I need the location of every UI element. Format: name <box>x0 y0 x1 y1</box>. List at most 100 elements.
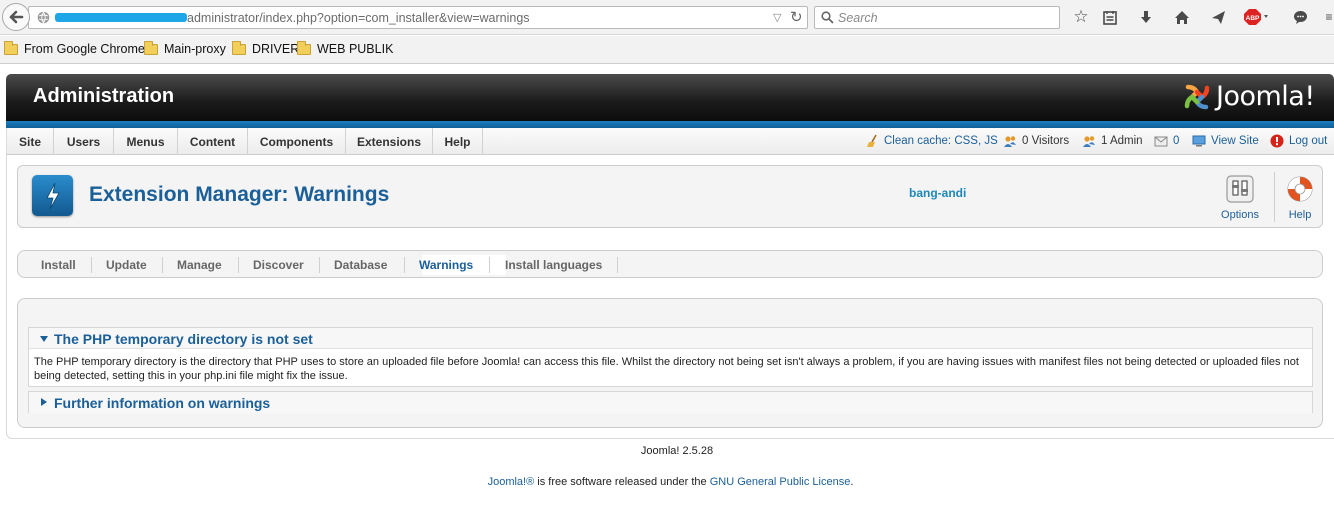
joomla-link[interactable]: Joomla!® <box>488 476 535 488</box>
messages-link[interactable]: 0 <box>1154 134 1179 148</box>
monitor-icon <box>1192 134 1206 148</box>
bookmark-label: Main-proxy <box>164 42 226 56</box>
logout-icon <box>1270 134 1284 148</box>
tab-install[interactable]: Install <box>41 258 76 272</box>
share-icon[interactable] <box>1207 6 1229 28</box>
menu-components[interactable]: Components <box>248 128 346 155</box>
menu-site[interactable]: Site <box>7 128 54 155</box>
help-label: Help <box>1288 209 1312 221</box>
admin-title: Administration <box>33 85 175 107</box>
bookmark-label: WEB PUBLIK <box>317 42 394 56</box>
tab-separator <box>162 257 163 273</box>
joomla-logo-text: Joomla! <box>1216 81 1315 112</box>
globe-icon <box>37 11 50 27</box>
bookmarks-toolbar: From Google Chrome Main-proxy DRIVER WEB… <box>0 36 1334 64</box>
warning-description: The PHP temporary directory is the direc… <box>34 356 1299 382</box>
options-button[interactable]: Options <box>1217 175 1263 223</box>
bookmark-label: DRIVER <box>252 42 300 56</box>
download-icon[interactable] <box>1135 6 1157 28</box>
bookmark-driver[interactable]: DRIVER <box>232 40 300 56</box>
menu-menus[interactable]: Menus <box>114 128 178 155</box>
users-icon <box>1003 134 1017 148</box>
browser-search-input[interactable]: Search <box>814 6 1060 29</box>
bookmark-star-icon[interactable]: ☆ <box>1070 6 1092 28</box>
tab-update[interactable]: Update <box>106 258 147 272</box>
admins-label: 1 Admin <box>1101 135 1143 147</box>
back-arrow-icon <box>9 10 24 24</box>
clean-cache-link[interactable]: Clean cache: CSS, JS <box>865 134 998 148</box>
admin-menu-bar: Site Users Menus Content Components Exte… <box>6 128 1334 155</box>
license-end: . <box>850 476 854 488</box>
warning-panel-header[interactable]: Further information on warnings <box>29 392 1312 413</box>
help-button[interactable]: Help <box>1277 175 1323 223</box>
page-title: Extension Manager: Warnings <box>89 183 390 206</box>
mail-icon <box>1154 134 1168 148</box>
back-button[interactable] <box>2 3 30 31</box>
home-icon[interactable] <box>1171 6 1193 28</box>
messages-count: 0 <box>1173 135 1180 147</box>
footer-version: Joomla! 2.5.28 <box>640 445 714 457</box>
reload-icon[interactable]: ↻ <box>790 8 803 26</box>
logout-label: Log out <box>1289 135 1328 147</box>
adblock-icon[interactable]: ABP <box>1243 6 1273 28</box>
menu-content[interactable]: Content <box>178 128 248 155</box>
page-toolbar: Extension Manager: Warnings bang-andi Op… <box>17 165 1323 228</box>
search-placeholder: Search <box>838 11 878 25</box>
reading-list-icon[interactable] <box>1099 6 1121 28</box>
tab-manage[interactable]: Manage <box>177 258 222 272</box>
footer-license: Joomla!® is free software released under… <box>0 476 1334 488</box>
header-accent-strip <box>6 121 1334 128</box>
tab-separator <box>319 257 320 273</box>
view-site-link[interactable]: View Site <box>1192 134 1259 148</box>
address-bar[interactable]: administrator/index.php?option=com_insta… <box>28 6 808 29</box>
warning-panel-php-temp: The PHP temporary directory is not set T… <box>28 327 1313 387</box>
expanded-arrow-icon <box>40 336 48 342</box>
view-site-label: View Site <box>1211 135 1259 147</box>
admin-header: Administration Joomla! <box>6 74 1334 121</box>
tab-install-languages[interactable]: Install languages <box>505 258 602 272</box>
folder-icon <box>297 40 311 55</box>
collapsed-arrow-icon <box>41 398 47 406</box>
bookmark-from-google-chrome[interactable]: From Google Chrome <box>4 40 145 56</box>
folder-icon <box>4 40 18 55</box>
tab-separator <box>404 257 405 273</box>
toolbar-divider <box>1274 172 1275 222</box>
folder-icon <box>232 40 246 55</box>
chat-icon[interactable] <box>1289 6 1311 28</box>
logout-link[interactable]: Log out <box>1270 134 1327 148</box>
search-icon <box>821 11 834 27</box>
warning-title: The PHP temporary directory is not set <box>54 331 313 347</box>
tab-separator <box>489 257 490 273</box>
admins-count: 1 Admin <box>1082 134 1143 148</box>
menu-extensions[interactable]: Extensions <box>346 128 433 155</box>
menu-icon[interactable]: ≡ <box>1318 6 1334 28</box>
warning-panel-header[interactable]: The PHP temporary directory is not set <box>29 328 1312 349</box>
joomla-logo[interactable]: Joomla! <box>1182 81 1315 112</box>
url-history-dropdown-icon[interactable]: ▽ <box>773 11 781 24</box>
tab-discover[interactable]: Discover <box>253 258 304 272</box>
visitors-count: 0 Visitors <box>1003 134 1069 148</box>
tab-separator <box>238 257 239 273</box>
tab-separator <box>617 257 618 273</box>
redacted-domain <box>55 13 187 22</box>
url-path-text: administrator/index.php?option=com_insta… <box>187 11 530 25</box>
options-icon <box>1226 175 1254 203</box>
lifebuoy-help-icon <box>1287 176 1313 202</box>
warning-panel-further-info: Further information on warnings <box>28 391 1313 413</box>
menu-help[interactable]: Help <box>433 128 483 155</box>
gpl-link[interactable]: GNU General Public License <box>710 476 851 488</box>
joomla-logo-icon <box>1184 84 1210 109</box>
broom-icon <box>865 134 879 148</box>
installer-submenu: Install Update Manage Discover Database … <box>17 250 1323 278</box>
tab-separator <box>91 257 92 273</box>
tab-warnings[interactable]: Warnings <box>419 258 473 272</box>
tab-database[interactable]: Database <box>334 258 387 272</box>
bookmark-main-proxy[interactable]: Main-proxy <box>144 40 226 56</box>
folder-icon <box>144 40 158 55</box>
svg-text:ABP: ABP <box>1246 15 1260 22</box>
extension-manager-icon <box>32 175 73 216</box>
visitors-label: 0 Visitors <box>1022 135 1070 147</box>
warning-title: Further information on warnings <box>54 395 271 411</box>
bookmark-web-publik[interactable]: WEB PUBLIK <box>297 40 394 56</box>
menu-users[interactable]: Users <box>54 128 114 155</box>
